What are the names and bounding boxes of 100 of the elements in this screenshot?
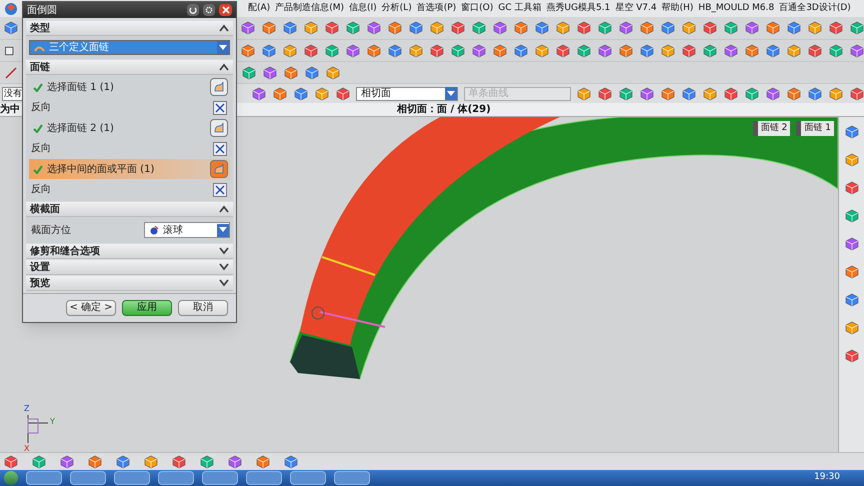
settings-icon[interactable] <box>203 4 215 16</box>
cube-icon[interactable] <box>32 454 46 468</box>
cube-icon[interactable] <box>514 21 528 35</box>
cube-icon[interactable] <box>661 21 675 35</box>
dialog-button[interactable]: < 确定 > <box>66 300 116 316</box>
cube-icon[interactable] <box>284 454 298 468</box>
cube-icon[interactable] <box>336 86 350 100</box>
type-dropdown[interactable]: 三个定义面链 <box>29 40 230 55</box>
cube-icon[interactable] <box>556 44 570 58</box>
cube-icon[interactable] <box>829 21 843 35</box>
cube-icon[interactable] <box>808 44 822 58</box>
cube-icon[interactable] <box>252 86 266 100</box>
orientation-dropdown[interactable]: 滚球 <box>144 222 230 238</box>
cube-icon[interactable] <box>766 21 780 35</box>
cube-icon[interactable] <box>200 454 214 468</box>
cube-icon[interactable] <box>514 44 528 58</box>
cube-icon[interactable] <box>472 21 486 35</box>
cube-icon[interactable] <box>619 44 633 58</box>
close-icon[interactable] <box>219 4 232 16</box>
collapse-icon[interactable] <box>219 205 229 213</box>
cube-icon[interactable] <box>346 44 360 58</box>
cube-icon[interactable] <box>451 44 465 58</box>
menu-item[interactable]: 产品制造信息(M) <box>275 2 344 16</box>
cube-icon[interactable] <box>284 66 298 80</box>
cube-icon[interactable] <box>273 86 288 100</box>
cube-icon[interactable] <box>256 454 270 468</box>
app-logo-icon[interactable] <box>4 2 18 16</box>
menu-item[interactable]: GC 工具箱 <box>498 2 542 16</box>
resource-tab-icon[interactable] <box>844 265 858 279</box>
face-select-icon[interactable] <box>210 160 228 178</box>
section-header[interactable]: 面链 <box>26 60 233 75</box>
cube-icon[interactable] <box>326 66 340 80</box>
cube-icon[interactable] <box>640 86 654 100</box>
cube-icon[interactable] <box>430 21 444 35</box>
resource-tab-icon[interactable] <box>844 209 858 223</box>
cube-icon[interactable] <box>766 44 780 58</box>
cube-icon[interactable] <box>304 44 318 58</box>
cube-icon[interactable] <box>228 454 242 468</box>
section-header[interactable]: 横截面 <box>26 202 233 217</box>
cube-icon[interactable] <box>640 44 654 58</box>
reset-icon[interactable] <box>187 4 199 16</box>
cube-icon[interactable] <box>787 86 801 100</box>
section-header[interactable]: 设置 <box>26 260 233 275</box>
section-header[interactable]: 类型 <box>26 21 233 36</box>
cube-icon[interactable] <box>535 44 549 58</box>
cube-icon[interactable] <box>829 44 843 58</box>
cube-icon[interactable] <box>808 86 822 100</box>
resource-tab-icon[interactable] <box>844 181 858 195</box>
cube-icon[interactable] <box>577 44 591 58</box>
cube-icon[interactable] <box>325 21 339 35</box>
cube-icon[interactable] <box>88 454 102 468</box>
cube-icon[interactable] <box>144 454 158 468</box>
cube-icon[interactable] <box>619 21 633 35</box>
reverse-direction-icon[interactable] <box>213 182 227 196</box>
cube-icon[interactable] <box>262 21 276 35</box>
menu-item[interactable]: 帮助(H) <box>662 2 694 16</box>
menu-item[interactable]: 分析(L) <box>382 2 412 16</box>
cube-icon[interactable] <box>472 44 486 58</box>
menu-item[interactable]: 配(A) <box>248 2 270 16</box>
cube-icon[interactable] <box>850 21 864 35</box>
cube-icon[interactable] <box>703 44 717 58</box>
resource-tab-icon[interactable] <box>844 349 858 363</box>
cube-icon[interactable] <box>60 454 74 468</box>
selection-row[interactable]: 选择面链 2 (1) <box>29 118 230 138</box>
cube-icon[interactable] <box>682 86 696 100</box>
cube-icon[interactable] <box>241 44 255 58</box>
cube-icon[interactable] <box>808 21 822 35</box>
cube-icon[interactable] <box>577 21 591 35</box>
cube-icon[interactable] <box>850 86 864 100</box>
cube-icon[interactable] <box>619 86 633 100</box>
menu-item[interactable]: 星空 V7.4 <box>615 2 657 16</box>
cube-icon[interactable] <box>598 86 612 100</box>
cube-icon[interactable] <box>829 86 843 100</box>
cube-icon[interactable] <box>305 66 319 80</box>
cube-icon[interactable] <box>172 454 186 468</box>
cube-icon[interactable] <box>745 21 759 35</box>
type-filter-field[interactable]: 没有 <box>2 86 24 100</box>
cube-icon[interactable] <box>556 21 570 35</box>
cube-icon[interactable] <box>283 21 297 35</box>
cube-icon[interactable] <box>787 21 801 35</box>
selection-row[interactable]: 选择中间的面或平面 (1) <box>29 159 230 179</box>
cube-icon[interactable] <box>430 44 444 58</box>
cube-icon[interactable] <box>766 86 780 100</box>
reverse-direction-icon[interactable] <box>213 100 227 114</box>
menu-item[interactable]: 窗口(O) <box>461 2 494 16</box>
cube-icon[interactable] <box>703 86 717 100</box>
cube-icon[interactable] <box>304 21 318 35</box>
section-header[interactable]: 预览 <box>26 276 233 291</box>
resource-tab-icon[interactable] <box>844 321 858 335</box>
cube-icon[interactable] <box>116 454 130 468</box>
cube-icon[interactable] <box>724 86 738 100</box>
cube-icon[interactable] <box>682 21 696 35</box>
cube-icon[interactable] <box>388 21 402 35</box>
collapse-icon[interactable] <box>219 24 229 32</box>
cube-icon[interactable] <box>493 44 507 58</box>
face-select-icon[interactable] <box>210 78 228 96</box>
resource-tab-icon[interactable] <box>844 293 858 307</box>
cube-icon[interactable] <box>263 66 277 80</box>
start-button[interactable] <box>4 471 18 485</box>
cube-icon[interactable] <box>724 21 738 35</box>
